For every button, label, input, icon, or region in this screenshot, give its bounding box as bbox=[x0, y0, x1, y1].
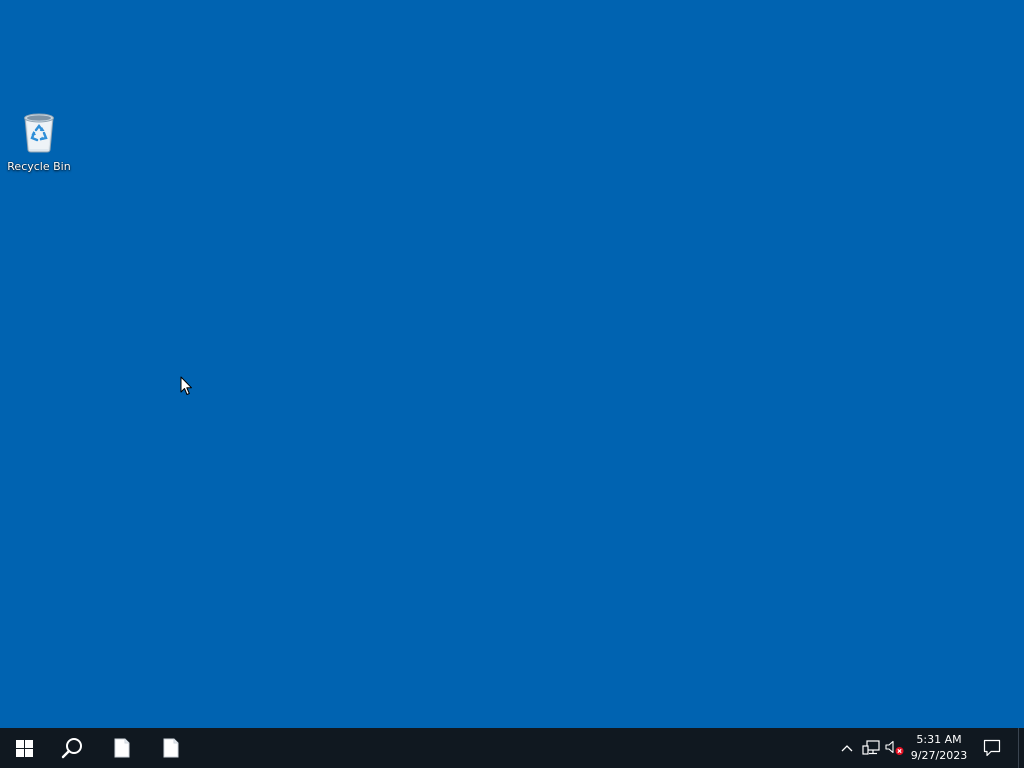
recycle-bin-shortcut[interactable]: Recycle Bin bbox=[4, 104, 74, 176]
taskbar: 5:31 AM 9/27/2023 bbox=[0, 728, 1024, 768]
mouse-pointer-icon bbox=[180, 376, 192, 395]
clock[interactable]: 5:31 AM 9/27/2023 bbox=[907, 728, 971, 768]
clock-date: 9/27/2023 bbox=[910, 749, 968, 762]
volume-muted-icon bbox=[885, 740, 904, 755]
start-button[interactable] bbox=[0, 728, 48, 768]
show-hidden-icons-button[interactable] bbox=[836, 728, 858, 768]
document-icon bbox=[114, 738, 130, 758]
chevron-up-icon bbox=[841, 745, 853, 752]
recycle-bin-label: Recycle Bin bbox=[7, 160, 71, 173]
search-button[interactable] bbox=[48, 728, 96, 768]
document-icon bbox=[163, 738, 179, 758]
network-icon bbox=[862, 740, 880, 755]
taskbar-app-notepad[interactable] bbox=[98, 728, 146, 768]
clock-time: 5:31 AM bbox=[916, 733, 962, 746]
notification-icon bbox=[983, 739, 1001, 757]
network-status-button[interactable] bbox=[859, 728, 883, 768]
volume-button[interactable] bbox=[883, 728, 907, 768]
recycle-bin-icon bbox=[24, 113, 54, 153]
taskbar-app-document[interactable] bbox=[147, 728, 195, 768]
search-icon bbox=[61, 738, 82, 759]
action-center-button[interactable] bbox=[976, 728, 1008, 768]
desktop[interactable]: Recycle Bin bbox=[0, 0, 1024, 728]
show-desktop-button[interactable] bbox=[1018, 728, 1024, 768]
windows-logo-icon bbox=[15, 739, 33, 757]
